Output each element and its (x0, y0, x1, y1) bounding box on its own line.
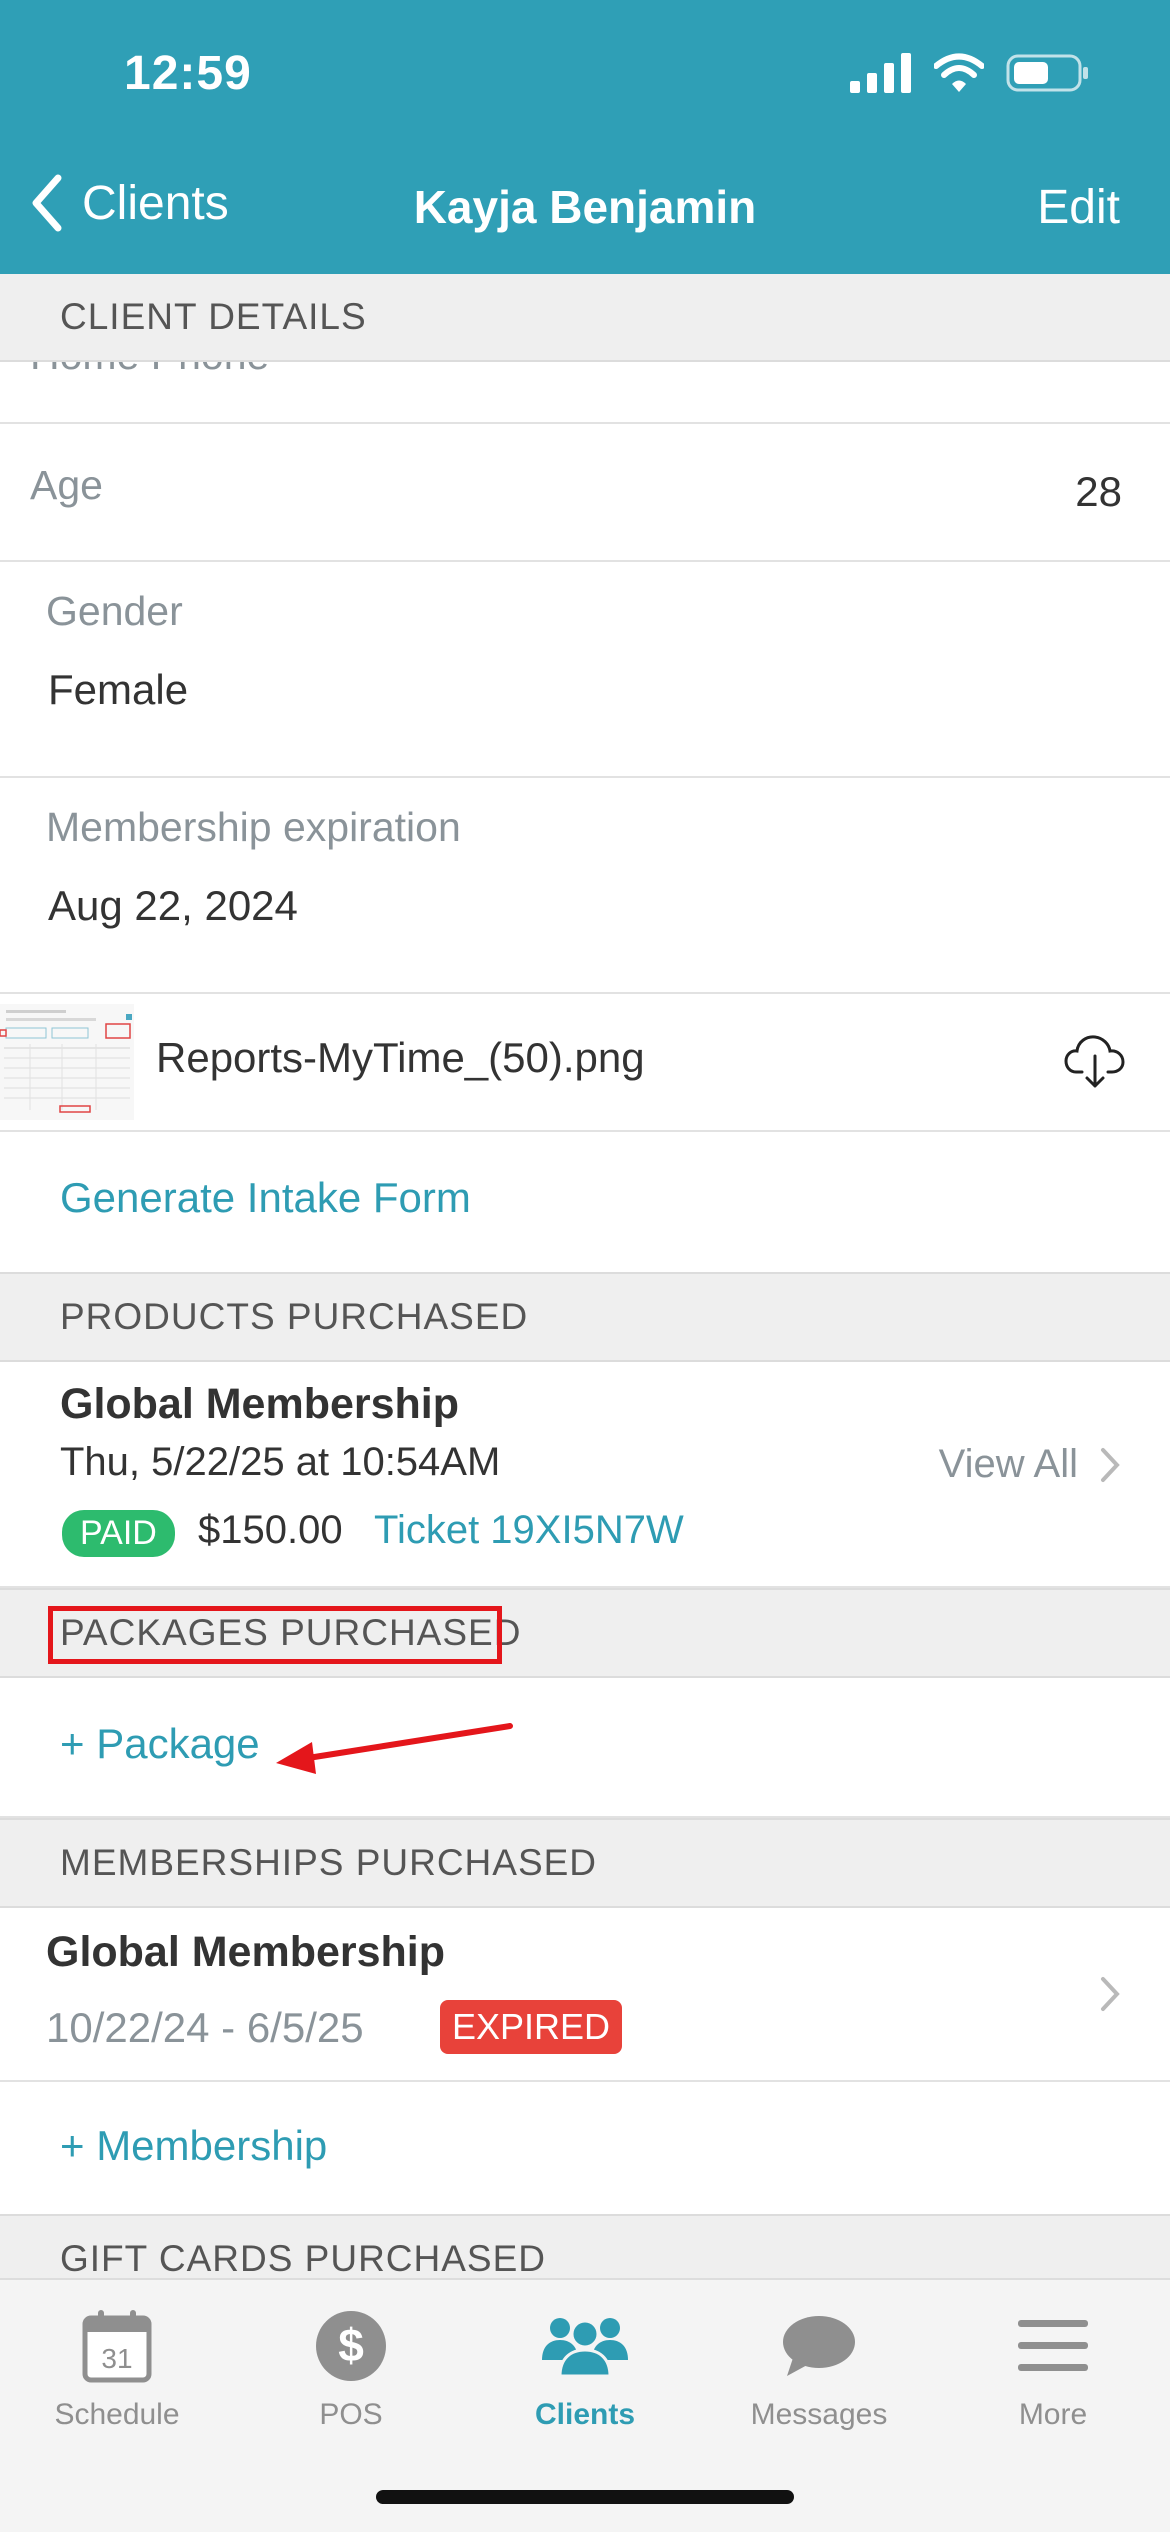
age-value: 28 (1075, 468, 1122, 515)
dollar-glyph: $ (338, 2319, 364, 2371)
back-label: Clients (82, 176, 229, 230)
tab-messages-label: Messages (750, 2398, 888, 2431)
page-title: Kayja Benjamin (413, 181, 757, 233)
signal-icon (850, 53, 911, 93)
back-button[interactable]: Clients (26, 172, 229, 234)
wifi-icon (934, 53, 984, 92)
app-header: 12:59 Clients Kayja Benjamin Edit (0, 0, 1170, 274)
paid-badge: PAID (62, 1510, 175, 1557)
add-package-link[interactable]: + Package (60, 1720, 260, 1768)
section-client-details-label: CLIENT DETAILS (60, 296, 367, 337)
section-products-purchased: PRODUCTS PURCHASED (0, 1272, 1170, 1362)
status-icons (850, 52, 1090, 94)
attachment-row[interactable]: Reports-MyTime_(50).png (0, 994, 1170, 1132)
product-date: Thu, 5/22/25 at 10:54AM (60, 1440, 501, 1484)
add-membership-row[interactable]: + Membership (0, 2082, 1170, 2214)
product-price: $150.00 (198, 1508, 343, 1552)
annotation-arrow (276, 1723, 513, 1774)
attachment-thumbnail (0, 1004, 134, 1120)
annotation-highlight-box (48, 1606, 502, 1664)
section-memberships-label: MEMBERSHIPS PURCHASED (60, 1842, 598, 1883)
home-phone-label: Home Phone (30, 362, 269, 379)
age-row[interactable]: Age 28 (0, 424, 1170, 562)
edit-button[interactable]: Edit (1037, 180, 1120, 235)
chevron-right-icon (1101, 1447, 1120, 1482)
membership-name: Global Membership (46, 1928, 446, 1976)
tab-more[interactable]: More (936, 2304, 1170, 2432)
expired-badge: EXPIRED (440, 2000, 623, 2054)
age-label: Age (30, 462, 103, 508)
intake-form-row[interactable]: Generate Intake Form (0, 1132, 1170, 1272)
calendar-day: 31 (101, 2343, 132, 2374)
cloud-download-icon[interactable] (1064, 1034, 1126, 1090)
tab-messages[interactable]: Messages (702, 2304, 936, 2432)
home-phone-row[interactable]: Home Phone (0, 362, 1170, 424)
view-all-button[interactable]: View All (939, 1442, 1120, 1487)
tab-pos-label: POS (319, 2398, 383, 2431)
gender-value: Female (48, 666, 189, 713)
battery-icon (1006, 54, 1088, 92)
chevron-left-icon (32, 174, 62, 232)
product-name: Global Membership (60, 1380, 460, 1428)
tab-clients[interactable]: Clients (468, 2304, 702, 2432)
chevron-right-icon (1101, 1977, 1120, 2011)
tab-schedule[interactable]: 31 Schedule (0, 2304, 234, 2432)
home-indicator[interactable] (376, 2490, 794, 2504)
tab-pos[interactable]: $ POS (234, 2304, 468, 2432)
attachment-filename: Reports-MyTime_(50).png (156, 1034, 645, 1081)
dollar-icon: $ (316, 2311, 386, 2381)
tab-schedule-label: Schedule (54, 2398, 180, 2431)
add-package-row[interactable]: + Package (0, 1678, 1170, 1818)
section-client-details: CLIENT DETAILS (0, 274, 1170, 362)
clients-icon (542, 2318, 628, 2378)
menu-icon (1018, 2320, 1088, 2371)
section-products-label: PRODUCTS PURCHASED (60, 1296, 529, 1337)
status-time: 12:59 (124, 47, 252, 100)
product-row[interactable]: Global Membership Thu, 5/22/25 at 10:54A… (0, 1362, 1170, 1588)
add-membership-link[interactable]: + Membership (60, 2122, 327, 2170)
tab-clients-label: Clients (534, 2398, 636, 2431)
tab-more-label: More (1018, 2398, 1088, 2431)
membership-expiration-label: Membership expiration (46, 804, 461, 850)
section-memberships-purchased: MEMBERSHIPS PURCHASED (0, 1818, 1170, 1908)
calendar-icon: 31 (82, 2310, 152, 2383)
membership-expiration-value: Aug 22, 2024 (48, 882, 298, 929)
chat-bubble-icon (783, 2316, 855, 2376)
membership-expiration-row[interactable]: Membership expiration Aug 22, 2024 (0, 778, 1170, 994)
view-all-label: View All (938, 1442, 1078, 1486)
section-gift-cards-label: GIFT CARDS PURCHASED (60, 2238, 546, 2279)
gender-row[interactable]: Gender Female (0, 562, 1170, 778)
generate-intake-form-link[interactable]: Generate Intake Form (60, 1174, 471, 1222)
gender-label: Gender (46, 588, 183, 634)
membership-dates: 10/22/24 - 6/5/25 (46, 2004, 364, 2051)
membership-row[interactable]: Global Membership 10/22/24 - 6/5/25 EXPI… (0, 1908, 1170, 2082)
ticket-link[interactable]: Ticket 19XI5N7W (374, 1508, 684, 1553)
